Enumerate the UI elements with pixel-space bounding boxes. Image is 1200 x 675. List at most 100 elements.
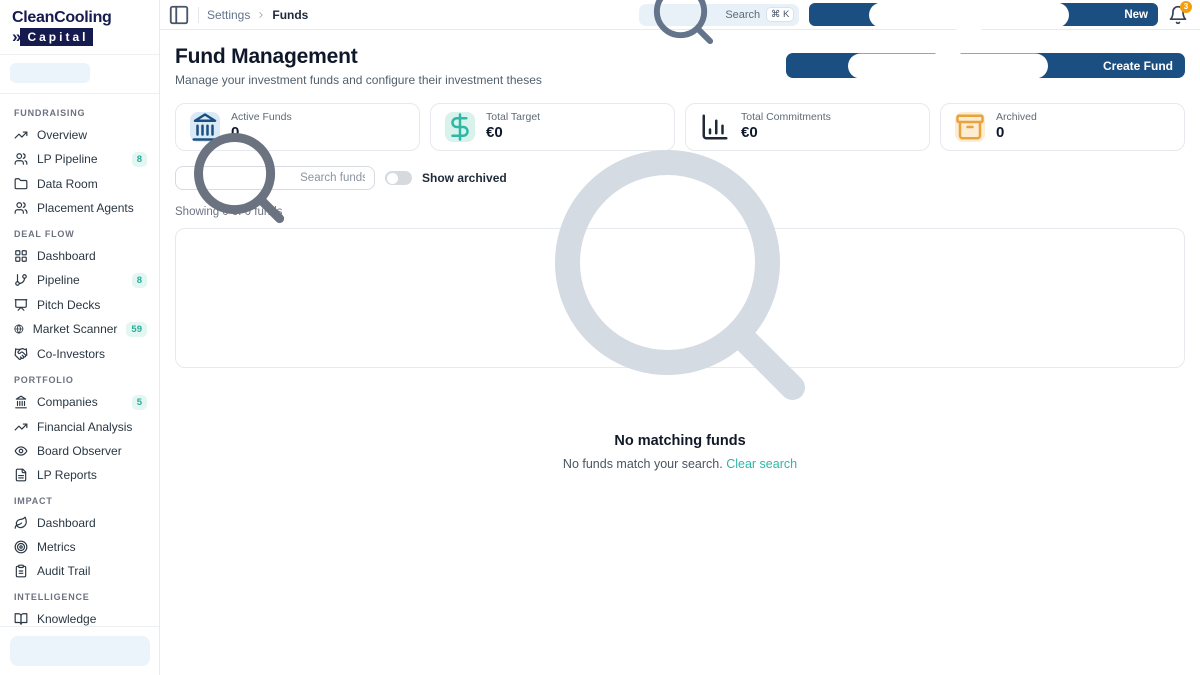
count-badge: 59 bbox=[126, 322, 147, 337]
notifications-button[interactable]: 3 bbox=[1168, 5, 1188, 25]
sidebar-nav: FUNDRAISING Overview LP Pipeline 8 Data Room… bbox=[0, 94, 159, 630]
app-root: CleanCooling » Capital FUNDRAISING Overvi… bbox=[0, 0, 1200, 675]
empty-state-title: No matching funds bbox=[614, 433, 745, 449]
target-icon bbox=[14, 540, 28, 554]
page-subtitle: Manage your investment funds and configu… bbox=[175, 73, 542, 87]
sidebar: CleanCooling » Capital FUNDRAISING Overvi… bbox=[0, 0, 160, 675]
file-icon bbox=[14, 468, 28, 482]
git-branch-icon bbox=[14, 273, 28, 287]
book-open-icon bbox=[14, 612, 28, 626]
clear-search-link[interactable]: Clear search bbox=[726, 457, 797, 471]
funds-search-input[interactable] bbox=[300, 172, 365, 184]
sidebar-item-label: Dashboard bbox=[37, 516, 147, 530]
skeleton-placeholder bbox=[10, 636, 150, 666]
count-badge: 8 bbox=[132, 152, 147, 167]
sidebar-item-data-room[interactable]: Data Room bbox=[14, 173, 147, 195]
count-badge: 5 bbox=[132, 395, 147, 410]
presentation-icon bbox=[14, 298, 28, 312]
sidebar-item-overview[interactable]: Overview bbox=[14, 124, 147, 146]
trending-up-icon bbox=[14, 128, 28, 142]
topbar: Settings Funds ⌘ K New 3 bbox=[160, 0, 1200, 30]
stat-label: Active Funds bbox=[231, 111, 292, 124]
sidebar-skeleton-section bbox=[0, 55, 159, 94]
nav-section-label: IMPACT bbox=[14, 496, 147, 506]
empty-state-text: No funds match your search. bbox=[563, 457, 723, 471]
sidebar-item-companies[interactable]: Companies 5 bbox=[14, 391, 147, 414]
notification-count-badge: 3 bbox=[1180, 1, 1192, 13]
breadcrumb-funds: Funds bbox=[272, 8, 308, 22]
sidebar-item-label: Metrics bbox=[37, 540, 147, 554]
sidebar-item-label: Audit Trail bbox=[37, 564, 147, 578]
sidebar-item-label: Financial Analysis bbox=[37, 420, 147, 434]
brand-name-line2: Capital bbox=[20, 28, 93, 46]
global-search-input[interactable] bbox=[725, 9, 760, 21]
create-fund-label: Create Fund bbox=[1103, 59, 1173, 73]
sidebar-item-metrics[interactable]: Metrics bbox=[14, 536, 147, 558]
sidebar-item-audit-trail[interactable]: Audit Trail bbox=[14, 560, 147, 582]
bank-icon bbox=[14, 395, 28, 409]
breadcrumb-settings[interactable]: Settings bbox=[207, 8, 250, 22]
stat-value: 0 bbox=[996, 124, 1037, 143]
stat-label: Archived bbox=[996, 111, 1037, 124]
sidebar-item-financial-analysis[interactable]: Financial Analysis bbox=[14, 416, 147, 438]
sidebar-item-label: Pipeline bbox=[37, 273, 123, 287]
skeleton-placeholder bbox=[10, 63, 90, 83]
topbar-divider bbox=[198, 7, 199, 23]
global-search[interactable]: ⌘ K bbox=[639, 4, 799, 26]
sidebar-item-label: Data Room bbox=[37, 177, 147, 191]
sidebar-item-label: Co-Investors bbox=[37, 347, 147, 361]
count-badge: 8 bbox=[132, 273, 147, 288]
sidebar-item-label: Market Scanner bbox=[33, 322, 118, 336]
show-archived-toggle[interactable] bbox=[385, 171, 412, 185]
sidebar-item-label: Placement Agents bbox=[37, 201, 147, 215]
empty-state-message: No funds match your search. Clear search bbox=[563, 457, 797, 471]
sidebar-item-co-investors[interactable]: Co-Investors bbox=[14, 343, 147, 365]
sidebar-item-board-observer[interactable]: Board Observer bbox=[14, 440, 147, 462]
empty-state-card: No matching funds No funds match your se… bbox=[175, 228, 1185, 368]
users-icon bbox=[14, 152, 28, 166]
sidebar-item-label: LP Pipeline bbox=[37, 152, 123, 166]
nav-section-label: FUNDRAISING bbox=[14, 108, 147, 118]
sidebar-item-label: LP Reports bbox=[37, 468, 147, 482]
sidebar-item-label: Pitch Decks bbox=[37, 298, 147, 312]
sidebar-item-dashboard[interactable]: Dashboard bbox=[14, 245, 147, 267]
sidebar-item-pitch-decks[interactable]: Pitch Decks bbox=[14, 294, 147, 316]
sidebar-toggle-button[interactable] bbox=[168, 4, 190, 26]
users-icon bbox=[14, 201, 28, 215]
nav-section-label: INTELLIGENCE bbox=[14, 592, 147, 602]
funds-search[interactable] bbox=[175, 166, 375, 190]
content: Fund Management Manage your investment f… bbox=[160, 30, 1200, 675]
sidebar-bottom-section bbox=[0, 626, 159, 675]
keyboard-shortcut-badge: ⌘ K bbox=[766, 7, 794, 22]
nav-section-label: DEAL FLOW bbox=[14, 229, 147, 239]
new-button-label: New bbox=[1124, 9, 1148, 21]
new-button[interactable]: New bbox=[809, 3, 1158, 26]
sidebar-item-lp-reports[interactable]: LP Reports bbox=[14, 464, 147, 486]
brand-chevrons-icon: » bbox=[12, 30, 19, 44]
sidebar-item-dashboard[interactable]: Dashboard bbox=[14, 512, 147, 534]
search-icon bbox=[530, 125, 830, 425]
sidebar-item-placement-agents[interactable]: Placement Agents bbox=[14, 197, 147, 219]
brand-logo: CleanCooling » Capital bbox=[0, 0, 159, 55]
toggle-knob bbox=[387, 173, 398, 184]
brand-name-line1: CleanCooling bbox=[12, 10, 147, 27]
breadcrumb: Settings Funds bbox=[207, 8, 308, 22]
sidebar-item-label: Companies bbox=[37, 395, 123, 409]
folder-icon bbox=[14, 177, 28, 191]
grid-icon bbox=[14, 249, 28, 263]
eye-icon bbox=[14, 444, 28, 458]
leaf-icon bbox=[14, 516, 28, 530]
stat-card-archived: Archived0 bbox=[940, 103, 1185, 151]
main-column: Settings Funds ⌘ K New 3 bbox=[160, 0, 1200, 675]
globe-icon bbox=[14, 322, 24, 336]
sidebar-item-pipeline[interactable]: Pipeline 8 bbox=[14, 269, 147, 292]
sidebar-item-label: Overview bbox=[37, 128, 147, 142]
archive-icon bbox=[955, 112, 985, 142]
sidebar-item-lp-pipeline[interactable]: LP Pipeline 8 bbox=[14, 148, 147, 171]
chevron-right-icon bbox=[256, 10, 266, 20]
sidebar-item-label: Dashboard bbox=[37, 249, 147, 263]
create-fund-button[interactable]: Create Fund bbox=[786, 53, 1185, 78]
clipboard-icon bbox=[14, 564, 28, 578]
sidebar-item-market-scanner[interactable]: Market Scanner 59 bbox=[14, 318, 147, 341]
stat-label: Total Commitments bbox=[741, 111, 831, 124]
